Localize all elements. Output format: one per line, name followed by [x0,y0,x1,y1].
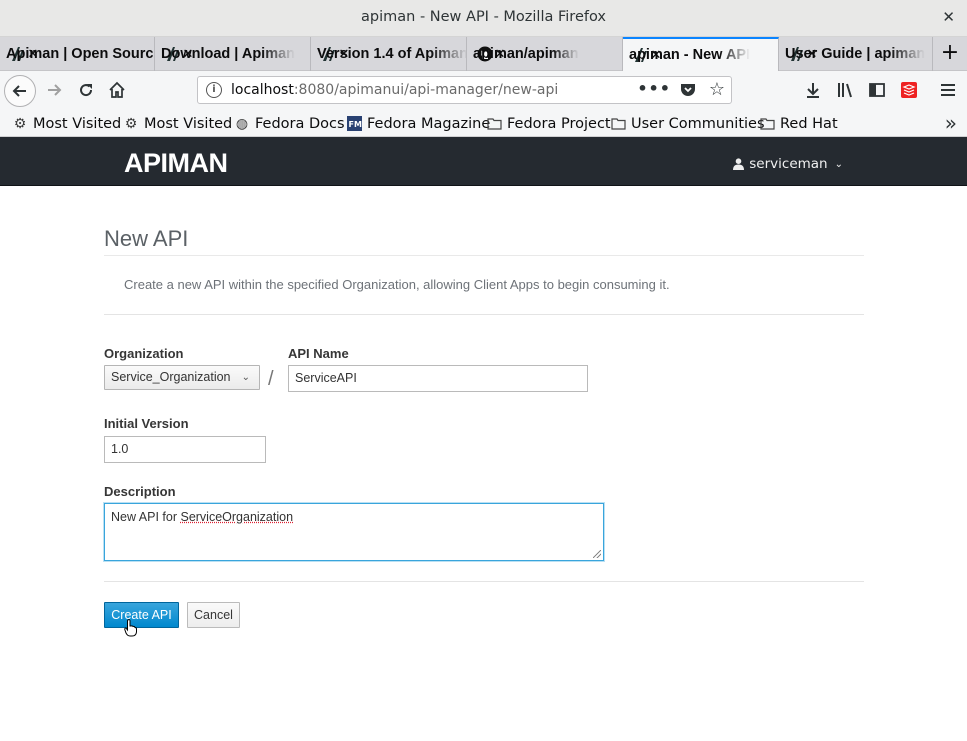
tab-apiman-home[interactable]: Apiman | Open Source API Management ✕ [0,37,155,71]
folder-icon [759,116,775,132]
bookmark-fedora-magazine[interactable]: FM Fedora Magazine [346,113,490,134]
url-host: localhost [231,82,294,98]
new-tab-icon[interactable]: + [933,37,967,71]
app-header: APIMAN serviceman ⌄ [0,137,967,186]
bookmarks-toolbar: ⚙ Most Visited ⚙ Most Visited ◍ Fedora Docs… [0,110,967,137]
page-description: Create a new API within the specified Or… [124,277,670,292]
initial-version-label: Initial Version [104,416,189,431]
bookmark-fedora-docs[interactable]: ◍ Fedora Docs [234,113,345,134]
username: serviceman [749,156,828,172]
page-title: New API [104,226,189,251]
downloads-button[interactable] [799,76,827,104]
resize-handle-icon[interactable] [593,550,601,558]
page-actions-icon[interactable]: ••• [637,79,671,98]
back-button[interactable] [4,75,36,107]
bookmark-label: Red Hat [780,115,838,132]
tab-download[interactable]: Download | Apiman ✕ [155,37,311,71]
sidebar-button[interactable] [863,76,891,104]
api-name-input[interactable]: ServiceAPI [288,365,588,392]
home-icon [109,81,125,98]
cancel-button[interactable]: Cancel [187,602,240,628]
globe-icon: ◍ [235,115,249,132]
organization-value: Service_Organization [111,370,231,384]
extension-icon [901,82,917,98]
organization-label: Organization [104,346,184,361]
tab-version[interactable]: Version 1.4 of Apiman ✕ [311,37,467,71]
bookmark-label: Fedora Docs [255,115,345,132]
library-icon [838,83,852,98]
window-close-icon[interactable]: ✕ [942,8,955,26]
tab-label: Download | Apiman [161,46,296,62]
bookmark-label: Fedora Project [507,115,611,132]
extension-button[interactable] [895,76,923,104]
reload-icon [80,84,93,97]
description-text: New API for [111,510,181,524]
bookmarks-overflow-icon[interactable]: » [945,111,957,135]
initial-version-input[interactable]: 1.0 [104,436,266,463]
bookmark-most-visited[interactable]: ⚙ Most Visited [12,113,122,134]
folder-icon [486,116,502,132]
description-text-misspelled: ServiceOrganization [180,510,294,524]
forward-button[interactable] [40,76,68,104]
svg-text:FM: FM [348,120,361,129]
reload-button[interactable] [72,76,100,104]
bookmark-star-icon[interactable]: ☆ [709,79,725,100]
tab-user-guide[interactable]: User Guide | apiman ✕ [779,37,933,71]
organization-select[interactable]: Service_Organization ⌄ [104,365,260,390]
tab-label: Apiman | Open Source API Management [6,46,154,62]
menu-button[interactable] [934,76,962,104]
tab-github[interactable]: apiman/apiman ✕ [467,37,623,71]
window-titlebar: apiman - New API - Mozilla Firefox ✕ [0,0,967,37]
user-menu[interactable]: serviceman ⌄ [733,156,843,172]
library-button[interactable] [831,76,859,104]
tab-label: Version 1.4 of Apiman [317,46,467,62]
url-bar[interactable]: i localhost:8080/apimanui/api-manager/ne… [197,76,732,104]
divider [104,581,864,582]
hand-cursor-icon [124,619,137,637]
apiman-logo[interactable]: APIMAN [124,148,228,179]
bookmark-red-hat[interactable]: Red Hat [759,113,838,134]
folder-icon [610,116,626,132]
divider [104,314,864,315]
info-icon[interactable]: i [206,82,222,98]
gear-icon: ⚙ [124,115,138,132]
description-textarea[interactable]: New API for ServiceOrganization [104,503,604,561]
bookmark-label: Most Visited [144,115,233,132]
tab-label: User Guide | apiman [785,46,926,62]
tab-label: apiman - New API [629,47,751,63]
bookmark-label: Fedora Magazine [367,115,491,132]
window-title: apiman - New API - Mozilla Firefox [361,9,606,25]
sidebar-icon [869,83,885,97]
hamburger-menu-icon [941,84,955,96]
org-api-separator: / [268,368,274,390]
tab-strip: Apiman | Open Source API Management ✕ Do… [0,37,967,71]
description-label: Description [104,484,176,499]
bookmark-user-communities[interactable]: User Communities [610,113,765,134]
chevron-down-icon: ⌄ [834,158,843,170]
pocket-icon[interactable] [680,83,696,98]
home-button[interactable] [103,76,131,104]
fedora-magazine-icon: FM [346,116,362,132]
forward-arrow-icon [48,84,62,96]
back-arrow-icon [12,85,26,97]
api-name-label: API Name [288,346,349,361]
bookmark-label: Most Visited [33,115,122,132]
bookmark-most-visited-2[interactable]: ⚙ Most Visited [123,113,233,134]
user-icon [733,158,745,170]
url-text[interactable]: localhost:8080/apimanui/api-manager/new-… [231,82,558,98]
nav-toolbar: i localhost:8080/apimanui/api-manager/ne… [0,71,967,110]
gear-icon: ⚙ [13,115,27,132]
bookmark-label: User Communities [631,115,765,132]
bookmark-fedora-project[interactable]: Fedora Project [486,113,611,134]
chevron-down-icon: ⌄ [241,372,250,383]
url-path: :8080/apimanui/api-manager/new-api [293,82,559,98]
main-content: New API Create a new API within the spec… [0,186,967,741]
divider [104,255,864,256]
tab-new-api[interactable]: apiman - New API ✕ [623,37,779,71]
tab-label: apiman/apiman [473,46,579,62]
create-api-button[interactable]: Create API [104,602,179,628]
download-icon [807,83,819,98]
